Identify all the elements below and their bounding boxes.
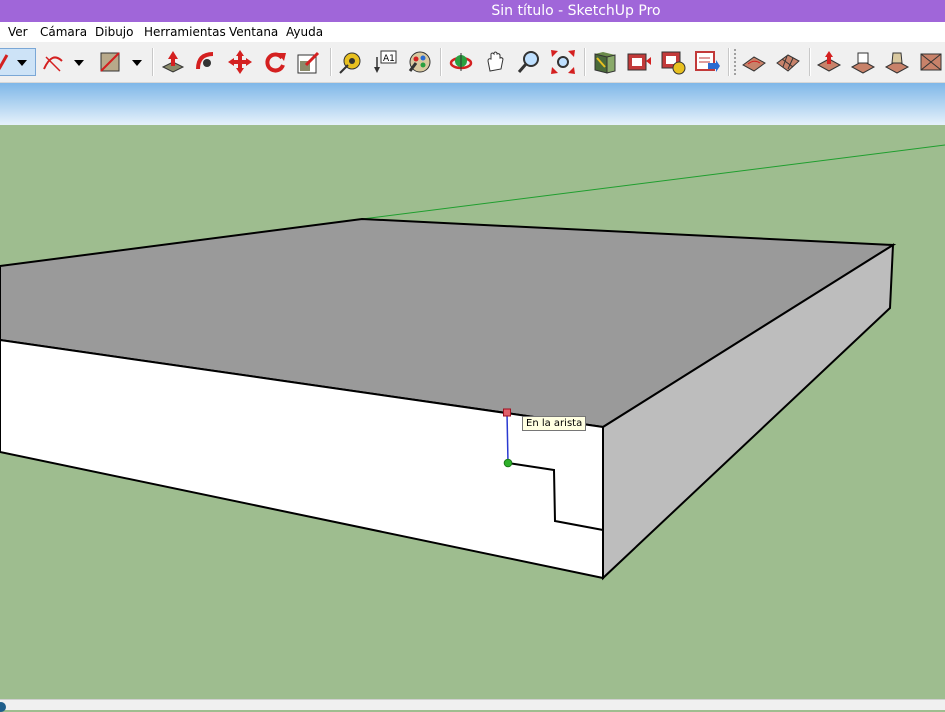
status-bar [0, 699, 945, 712]
status-info-icon [0, 702, 6, 712]
endpoint-marker [503, 458, 513, 468]
on-edge-inference-marker [503, 408, 511, 417]
green-axis [361, 144, 945, 220]
drawing-line [506, 412, 509, 464]
3d-viewport[interactable] [0, 0, 945, 709]
inference-tooltip: En la arista [522, 416, 587, 431]
